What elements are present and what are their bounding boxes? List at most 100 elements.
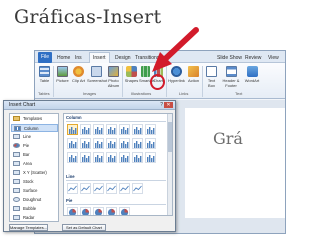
close-button[interactable]: ✕: [164, 102, 173, 108]
pie-chart-thumbnail[interactable]: [80, 207, 91, 215]
column-chart-icon: [14, 126, 21, 131]
table-button[interactable]: Table: [37, 65, 52, 89]
tab-view[interactable]: View: [268, 53, 279, 63]
pie-chart-thumbnail[interactable]: [106, 207, 117, 215]
shapes-button-label: Shapes: [124, 78, 139, 83]
line-chart-thumbnail[interactable]: [67, 183, 78, 194]
text-box-button-label: Text Box: [207, 78, 216, 88]
text-box-button[interactable]: Text Box: [204, 65, 219, 89]
screenshot-icon: [90, 66, 102, 77]
header-footer-icon: [225, 66, 237, 77]
column-chart-thumbnail[interactable]: [93, 138, 104, 149]
line-chart-thumbnail[interactable]: [80, 183, 91, 194]
line-chart-thumbnail[interactable]: [106, 183, 117, 194]
column-chart-thumbnail[interactable]: [80, 124, 91, 135]
set-default-chart-button[interactable]: Set as Default Chart: [62, 224, 106, 231]
line-chart-thumbnail[interactable]: [93, 183, 104, 194]
column-chart-thumbnail[interactable]: [145, 138, 156, 149]
category-column[interactable]: Column: [11, 124, 58, 132]
header-footer-button-label: Header & Footer: [222, 78, 240, 88]
category-doughnut[interactable]: Doughnut: [11, 196, 58, 204]
dialog-title-bar[interactable]: Insert Chart ? ✕: [4, 101, 175, 110]
group-label-images: Images: [83, 91, 97, 96]
category-bubble[interactable]: Bubble: [11, 205, 58, 213]
clip-art-button[interactable]: Clip Art: [71, 65, 86, 89]
category-stock[interactable]: Stock: [11, 178, 58, 186]
column-chart-thumbnail[interactable]: [119, 152, 130, 163]
area-chart-icon: [13, 161, 20, 166]
tab-insert[interactable]: Insert: [89, 52, 110, 63]
header-footer-button[interactable]: Header & Footer: [221, 65, 241, 89]
column-chart-thumbnail[interactable]: [80, 152, 91, 163]
category-bar[interactable]: Bar: [11, 151, 58, 159]
category-templates[interactable]: Templates: [11, 115, 58, 123]
pie-chart-icon: [13, 143, 20, 148]
chart-highlight-circle: [150, 74, 165, 90]
screenshot-button[interactable]: Screenshot: [87, 65, 108, 89]
chart-type-gallery: Column Line Pie: [63, 113, 173, 216]
column-chart-thumbnail[interactable]: [93, 152, 104, 163]
column-chart-thumbnail[interactable]: [80, 138, 91, 149]
category-line[interactable]: Line: [11, 133, 58, 141]
group-label-illustrations: Illustrations: [131, 91, 152, 96]
column-chart-thumbnail[interactable]: [119, 124, 130, 135]
doughnut-chart-icon: [13, 197, 20, 202]
tab-file[interactable]: File: [38, 52, 52, 63]
gallery-scrollbar[interactable]: [167, 114, 172, 215]
column-chart-thumbnail[interactable]: [132, 124, 143, 135]
category-scatter[interactable]: X Y (Scatter): [11, 169, 58, 177]
picture-button[interactable]: Picture: [55, 65, 70, 89]
column-chart-thumbnail[interactable]: [132, 152, 143, 163]
pie-chart-thumbnail[interactable]: [93, 207, 104, 215]
category-radar[interactable]: Radar: [11, 214, 58, 222]
category-pie[interactable]: Pie: [11, 142, 58, 150]
category-area[interactable]: Area: [11, 160, 58, 168]
column-chart-thumbnail[interactable]: [67, 152, 78, 163]
column-chart-thumbnail[interactable]: [106, 152, 117, 163]
column-chart-thumbnail[interactable]: [93, 124, 104, 135]
wordart-button[interactable]: WordArt: [243, 65, 261, 89]
column-chart-thumbnail[interactable]: [106, 138, 117, 149]
ribbon-tab-bar: File Home Ins Insert Design Transitions …: [35, 51, 285, 63]
help-button[interactable]: ?: [160, 102, 163, 108]
column-chart-thumbnail[interactable]: [132, 138, 143, 149]
table-icon: [39, 66, 50, 77]
line-chart-thumbnail[interactable]: [119, 183, 130, 194]
category-label: Doughnut: [23, 197, 42, 202]
smartart-button[interactable]: SmartArt: [139, 65, 155, 89]
manage-templates-button[interactable]: Manage Templates...: [9, 224, 48, 231]
column-chart-thumbnail[interactable]: [145, 152, 156, 163]
category-label: Line: [23, 134, 31, 139]
shapes-icon: [126, 66, 137, 77]
bubble-chart-icon: [13, 206, 20, 211]
background-slide-text: Grá: [213, 129, 243, 148]
column-chart-thumbnail[interactable]: [67, 138, 78, 149]
line-chart-thumbnail[interactable]: [132, 183, 143, 194]
photo-album-button[interactable]: Photo Album: [106, 65, 121, 89]
column-chart-thumbnail[interactable]: [145, 124, 156, 135]
section-label-line: Line: [66, 174, 75, 179]
wordart-button-label: WordArt: [244, 78, 260, 83]
tab-transitions[interactable]: Transitions: [135, 53, 159, 63]
tab-design[interactable]: Design: [115, 53, 131, 63]
category-label: Surface: [23, 188, 38, 193]
scrollbar-thumb[interactable]: [168, 122, 172, 152]
pie-chart-thumbnail[interactable]: [119, 207, 130, 215]
column-chart-thumbnail[interactable]: [119, 138, 130, 149]
pie-chart-thumbnail[interactable]: [67, 207, 78, 215]
shapes-button[interactable]: Shapes: [124, 65, 139, 89]
screenshot-button-label: Screenshot: [87, 78, 108, 83]
column-chart-thumbnail[interactable]: [67, 124, 78, 135]
category-surface[interactable]: Surface: [11, 187, 58, 195]
photo-album-button-label: Photo Album: [107, 78, 120, 88]
tab-review[interactable]: Review: [245, 53, 261, 63]
tab-slide-show[interactable]: Slide Show: [217, 53, 242, 63]
action-button[interactable]: Action: [186, 65, 201, 89]
tab-home[interactable]: Home: [57, 53, 70, 63]
clip-art-button-label: Clip Art: [72, 78, 85, 83]
column-chart-thumbnail[interactable]: [106, 124, 117, 135]
ribbon-insert: Table Picture Clip Art Screenshot Photo …: [35, 63, 285, 99]
group-label-links: Links: [179, 91, 189, 96]
tab-ins[interactable]: Ins: [75, 53, 82, 63]
hyperlink-button[interactable]: Hyperlink: [168, 65, 185, 89]
